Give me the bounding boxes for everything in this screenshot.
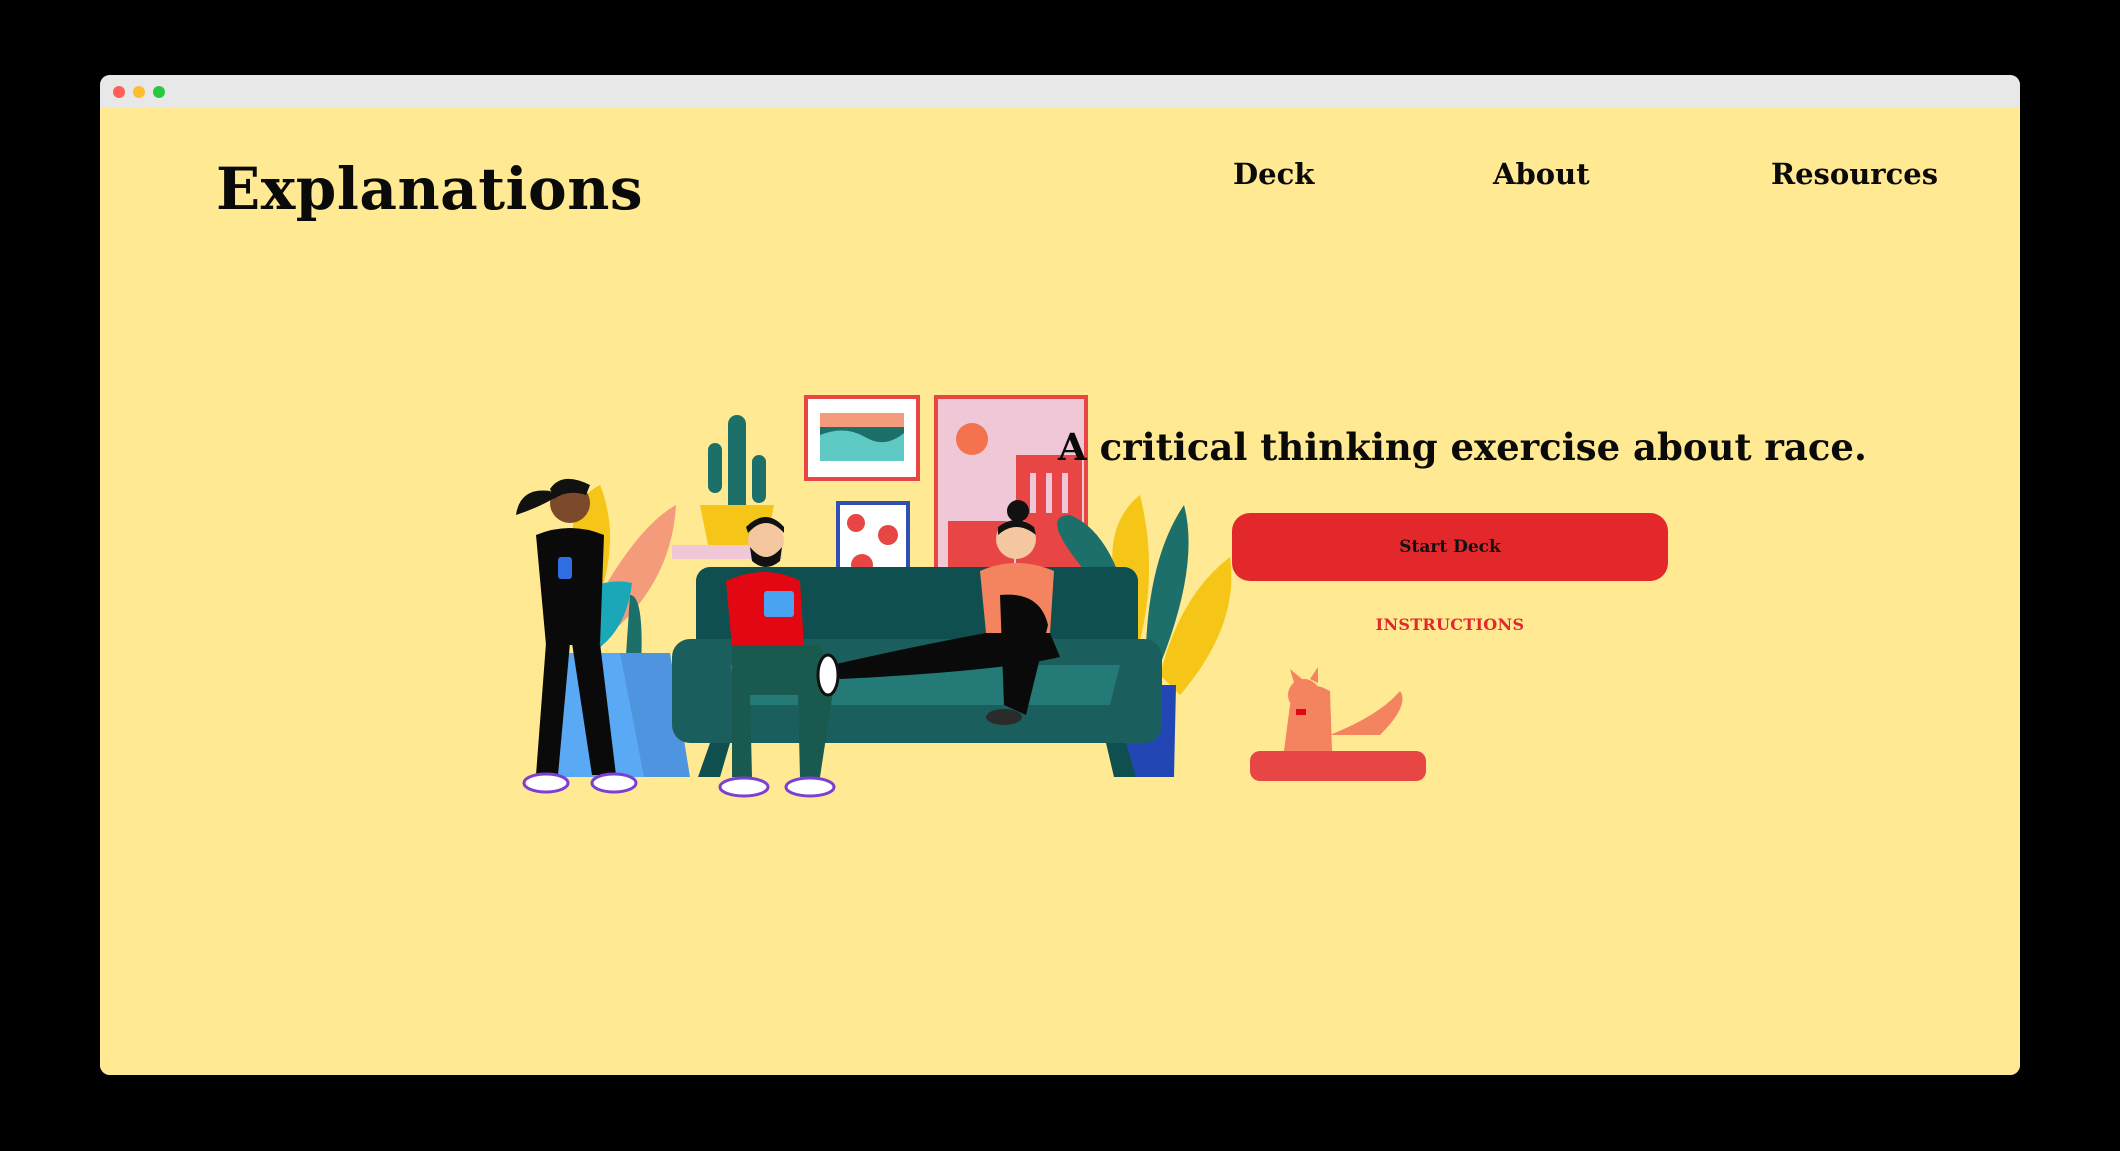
cat-icon bbox=[1250, 667, 1426, 781]
maximize-window-dot[interactable] bbox=[153, 86, 165, 98]
nav-link-deck[interactable]: Deck bbox=[1233, 157, 1314, 191]
picture-frame-icon bbox=[804, 395, 920, 481]
browser-window: Explanations Deck About Resources A crit… bbox=[100, 75, 2020, 1075]
page-content: Explanations Deck About Resources A crit… bbox=[100, 107, 2020, 1075]
minimize-window-dot[interactable] bbox=[133, 86, 145, 98]
close-window-dot[interactable] bbox=[113, 86, 125, 98]
hero-tagline: A critical thinking exercise about race. bbox=[1058, 425, 1867, 469]
instructions-link[interactable]: INSTRUCTIONS bbox=[1232, 615, 1668, 634]
start-deck-button[interactable]: Start Deck bbox=[1232, 513, 1668, 581]
nav-link-about[interactable]: About bbox=[1493, 157, 1590, 191]
living-room-illustration bbox=[516, 395, 1426, 798]
site-logo-title[interactable]: Explanations bbox=[216, 155, 643, 223]
nav-link-resources[interactable]: Resources bbox=[1771, 157, 1938, 191]
window-titlebar bbox=[100, 75, 2020, 107]
